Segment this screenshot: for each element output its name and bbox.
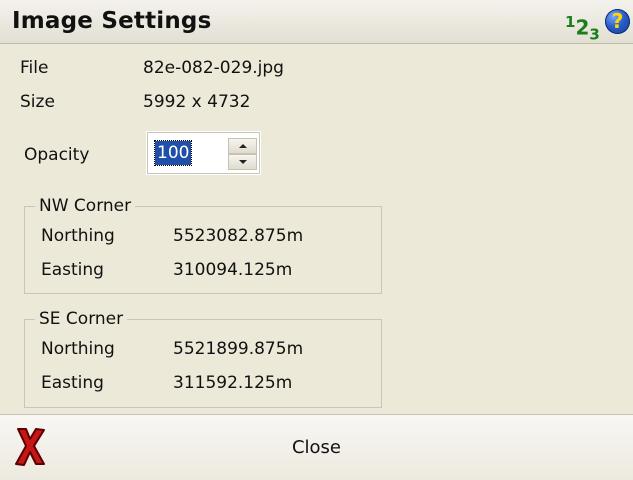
footer-bar: Close bbox=[0, 414, 633, 480]
size-value: 5992 x 4732 bbox=[143, 92, 251, 112]
nw-northing-value: 5523082.875m bbox=[173, 226, 304, 246]
nw-corner-group: NW Corner Northing 5523082.875m Easting … bbox=[24, 196, 382, 294]
close-label: Close bbox=[291, 437, 342, 458]
nw-easting-value: 310094.125m bbox=[173, 260, 293, 280]
nw-easting-label: Easting bbox=[41, 260, 104, 280]
se-corner-group: SE Corner Northing 5521899.875m Easting … bbox=[24, 309, 382, 408]
size-label: Size bbox=[20, 92, 55, 112]
opacity-label: Opacity bbox=[24, 145, 90, 165]
help-icon[interactable]: ? bbox=[605, 9, 630, 34]
se-corner-title: SE Corner bbox=[35, 309, 128, 329]
nw-northing-label: Northing bbox=[41, 226, 115, 246]
close-button[interactable]: Close bbox=[0, 415, 633, 480]
image-settings-window: Image Settings 123 ? File 82e-082-029.jp… bbox=[0, 0, 633, 480]
chevron-up-icon bbox=[238, 144, 247, 148]
opacity-stepper[interactable]: 100 bbox=[146, 131, 261, 175]
opacity-increment-button[interactable] bbox=[228, 138, 257, 154]
file-label: File bbox=[20, 58, 49, 78]
se-northing-value: 5521899.875m bbox=[173, 339, 304, 359]
opacity-input[interactable]: 100 bbox=[153, 140, 193, 166]
opacity-decrement-button[interactable] bbox=[228, 154, 257, 170]
window-title: Image Settings bbox=[12, 8, 212, 34]
numeric-123-icon[interactable]: 123 bbox=[565, 10, 603, 44]
se-northing-label: Northing bbox=[41, 339, 115, 359]
title-bar: Image Settings 123 ? bbox=[0, 0, 633, 44]
nw-corner-title: NW Corner bbox=[35, 196, 136, 216]
file-value: 82e-082-029.jpg bbox=[143, 58, 284, 78]
se-easting-value: 311592.125m bbox=[173, 373, 293, 393]
se-easting-label: Easting bbox=[41, 373, 104, 393]
chevron-down-icon bbox=[238, 160, 247, 164]
